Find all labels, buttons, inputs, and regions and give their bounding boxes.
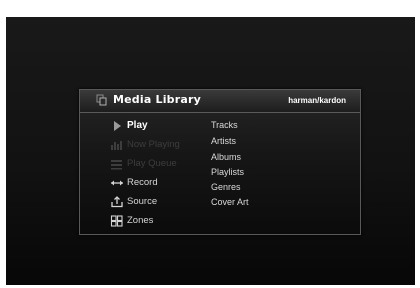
menu-item-label: Zones <box>127 215 154 226</box>
record-icon <box>111 180 123 186</box>
play-icon <box>114 121 121 131</box>
submenu-item-tracks[interactable]: Tracks <box>211 120 238 130</box>
submenu-item-albums[interactable]: Albums <box>211 152 241 162</box>
queue-icon <box>111 160 122 170</box>
panel-header: Media Library harman/kardon <box>80 90 360 113</box>
library-icon <box>96 94 107 106</box>
zones-icon <box>110 215 123 227</box>
menu-item-label: Source <box>127 196 158 207</box>
equalizer-icon <box>111 141 122 150</box>
page-title: Media Library <box>113 93 202 106</box>
submenu-item-playlists[interactable]: Playlists <box>211 167 244 177</box>
menu-item-label: Now Playing <box>127 139 180 150</box>
submenu-item-artists[interactable]: Artists <box>211 136 236 146</box>
menu-item-label: Play Queue <box>127 158 177 169</box>
menu-item-label: Record <box>127 177 158 188</box>
submenu-item-genres[interactable]: Genres <box>211 182 241 192</box>
tv-screen: Media Library harman/kardon Play Now Pla… <box>6 17 415 285</box>
media-library-panel: Media Library harman/kardon Play Now Pla… <box>79 89 361 235</box>
brand-logo: harman/kardon <box>288 96 346 105</box>
submenu-item-cover-art[interactable]: Cover Art <box>211 197 249 207</box>
menu-item-label: Play <box>127 120 148 131</box>
source-icon <box>111 196 123 208</box>
